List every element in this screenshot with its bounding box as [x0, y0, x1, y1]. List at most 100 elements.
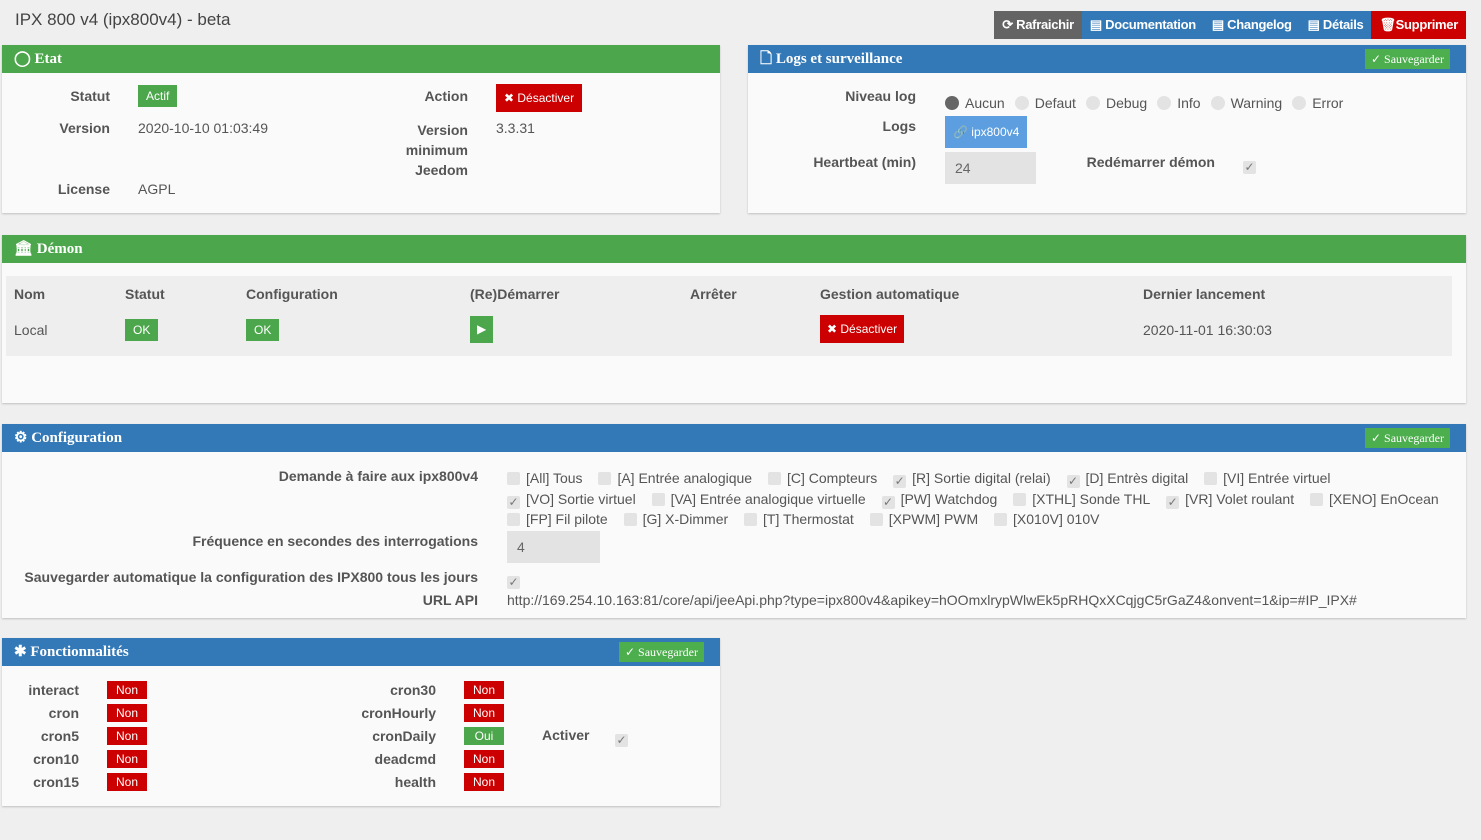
demande-option[interactable]: [XENO] EnOcean [1309, 490, 1439, 507]
log-level-debug[interactable]: Debug [1085, 95, 1147, 111]
checkbox[interactable]: ✓ [1066, 475, 1080, 488]
log-level-error[interactable]: Error [1292, 95, 1343, 111]
demande-label: Demande à faire aux ipx800v4 [278, 468, 478, 484]
demande-option[interactable]: ✓ [R] Sortie digital (relai) [893, 470, 1051, 488]
log-level-warning[interactable]: Warning [1210, 95, 1282, 111]
demande-option[interactable]: [XTHL] Sonde THL [1013, 491, 1150, 507]
book-icon: ▤ [1307, 17, 1323, 32]
log-button-label: ipx800v4 [971, 125, 1020, 139]
option-label: [FP] Fil pilote [526, 511, 608, 527]
checkbox[interactable] [623, 513, 637, 526]
checkbox[interactable] [1309, 492, 1323, 506]
deactivate-button[interactable]: ✖ Désactiver [496, 84, 583, 112]
documentation-button[interactable]: ▤ Documentation [1081, 11, 1204, 39]
checkbox[interactable]: ✓ [1166, 495, 1180, 509]
logs-title: Logs et surveillance [775, 51, 903, 67]
frequency-input[interactable]: 4 [507, 531, 600, 563]
fonc-title: Fonctionnalités [30, 644, 129, 660]
checkbox[interactable] [869, 513, 883, 526]
toolbar: ⟳ Rafraichir ▤ Documentation ▤ Changelog… [994, 11, 1466, 39]
delete-label: Supprimer [1395, 17, 1459, 32]
log-level-label: Niveau log [845, 88, 916, 104]
details-button[interactable]: ▤ Détails [1299, 11, 1372, 39]
fonc-interact-label: interact [28, 682, 79, 698]
option-label: [VR] Volet roulant [1185, 490, 1295, 507]
logs-save-button[interactable]: ✓ Sauvegarder [1364, 49, 1450, 69]
version-label: Version [59, 120, 110, 136]
demande-option[interactable]: [VI] Entrée virtuel [1204, 470, 1331, 486]
save-label: Sauvegarder [638, 645, 698, 659]
refresh-button[interactable]: ⟳ Rafraichir [994, 11, 1082, 39]
demande-option[interactable]: [All] Tous [507, 470, 583, 486]
checkbox[interactable] [1013, 492, 1027, 506]
demande-option[interactable]: ✓ [PW] Watchdog [881, 490, 998, 509]
checkbox[interactable]: ✓ [893, 475, 907, 488]
option-label: [A] Entrée analogique [617, 470, 753, 486]
checkbox[interactable] [994, 513, 1008, 526]
demande-options: [All] Tous [A] Entrée analogique [C] Com… [507, 468, 1457, 530]
autosave-checkbox[interactable]: ✓ [507, 576, 520, 589]
autosave-label: Sauvegarder automatique la configuration… [24, 569, 478, 585]
log-level-info[interactable]: Info [1157, 95, 1201, 111]
option-label: [XENO] EnOcean [1328, 490, 1439, 507]
log-ipx800v4-button[interactable]: 🔗 ipx800v4 [945, 116, 1028, 148]
fonc-cron15-badge: Non [107, 773, 147, 791]
puzzle-icon: ✱ [14, 644, 31, 660]
demande-option[interactable]: [X010V] 010V [994, 511, 1099, 527]
option-label: [VI] Entrée virtuel [1223, 470, 1331, 486]
demande-option[interactable]: ✓ [VR] Volet roulant [1166, 490, 1295, 509]
demande-option[interactable]: [XPWM] PWM [869, 511, 978, 527]
checkbox[interactable] [507, 472, 520, 485]
demon-col-header: (Re)Démarrer [470, 286, 560, 302]
play-icon: ▶ [477, 322, 487, 336]
bank-icon: 🏛 [14, 241, 37, 257]
demon-auto-deactivate-button[interactable]: ✖ Désactiver [820, 315, 905, 343]
demon-start-button[interactable]: ▶ [470, 316, 494, 343]
demon-name: Local [14, 322, 48, 338]
demande-option[interactable]: [T] Thermostat [744, 511, 854, 527]
log-level-aucun[interactable]: Aucun [945, 95, 1005, 111]
option-label: [VA] Entrée analogique virtuelle [670, 490, 866, 507]
heartbeat-input[interactable]: 24 [945, 152, 1036, 184]
refresh-icon: ⟳ [1002, 17, 1017, 32]
option-label: [VO] Sortie virtuel [526, 490, 636, 507]
radio-icon [945, 96, 959, 110]
page-title: IPX 800 v4 (ipx800v4) - beta [15, 10, 231, 29]
checkbox[interactable] [744, 513, 758, 526]
statut-badge: Actif [138, 85, 178, 107]
checkbox[interactable]: ✓ [881, 495, 895, 509]
activer-checkbox[interactable]: ✓ [615, 734, 628, 747]
checkbox[interactable]: ✓ [507, 495, 520, 509]
checkbox[interactable] [767, 472, 781, 485]
option-label: [PW] Watchdog [900, 490, 998, 507]
min-version-value: 3.3.31 [496, 120, 535, 136]
demande-option[interactable]: [VA] Entrée analogique virtuelle [651, 490, 866, 507]
fonc-health-label: health [394, 774, 436, 790]
license-value: AGPL [138, 181, 176, 197]
fonc-cronHourly-badge: Non [464, 704, 504, 722]
demon-table: Nom Statut Configuration (Re)Démarrer Arrête… [6, 276, 1452, 356]
auto-deactivate-label: Désactiver [840, 322, 898, 336]
changelog-button[interactable]: ▤ Changelog [1203, 11, 1300, 39]
config-save-button[interactable]: ✓ Sauvegarder [1364, 428, 1450, 448]
delete-button[interactable]: 🗑Supprimer [1371, 11, 1466, 39]
demande-option[interactable]: [G] X-Dimmer [623, 511, 728, 527]
checkbox[interactable] [651, 492, 665, 506]
demande-option[interactable]: [C] Compteurs [767, 470, 877, 486]
heartbeat-label: Heartbeat (min) [813, 154, 916, 170]
demande-option[interactable]: ✓ [VO] Sortie virtuel [507, 490, 636, 509]
checkbox[interactable] [598, 472, 612, 485]
demande-option[interactable]: ✓ [D] Entrès digital [1066, 470, 1188, 488]
checkbox[interactable] [507, 513, 520, 526]
save-label: Sauvegarder [1384, 431, 1444, 445]
checkbox[interactable] [1204, 472, 1218, 485]
fonc-deadcmd-badge: Non [464, 750, 504, 768]
demande-option[interactable]: [A] Entrée analogique [598, 470, 752, 486]
fonc-save-button[interactable]: ✓ Sauvegarder [618, 642, 704, 662]
log-level-defaut[interactable]: Defaut [1014, 95, 1076, 111]
fonc-cron5-label: cron5 [40, 728, 79, 744]
circle-icon: ◯ [14, 51, 35, 67]
restart-daemon-checkbox[interactable]: ✓ [1243, 161, 1256, 174]
fonc-panel: ✱ Fonctionnalités ✓ Sauvegarder interact N… [2, 638, 720, 806]
demande-option[interactable]: [FP] Fil pilote [507, 511, 608, 527]
